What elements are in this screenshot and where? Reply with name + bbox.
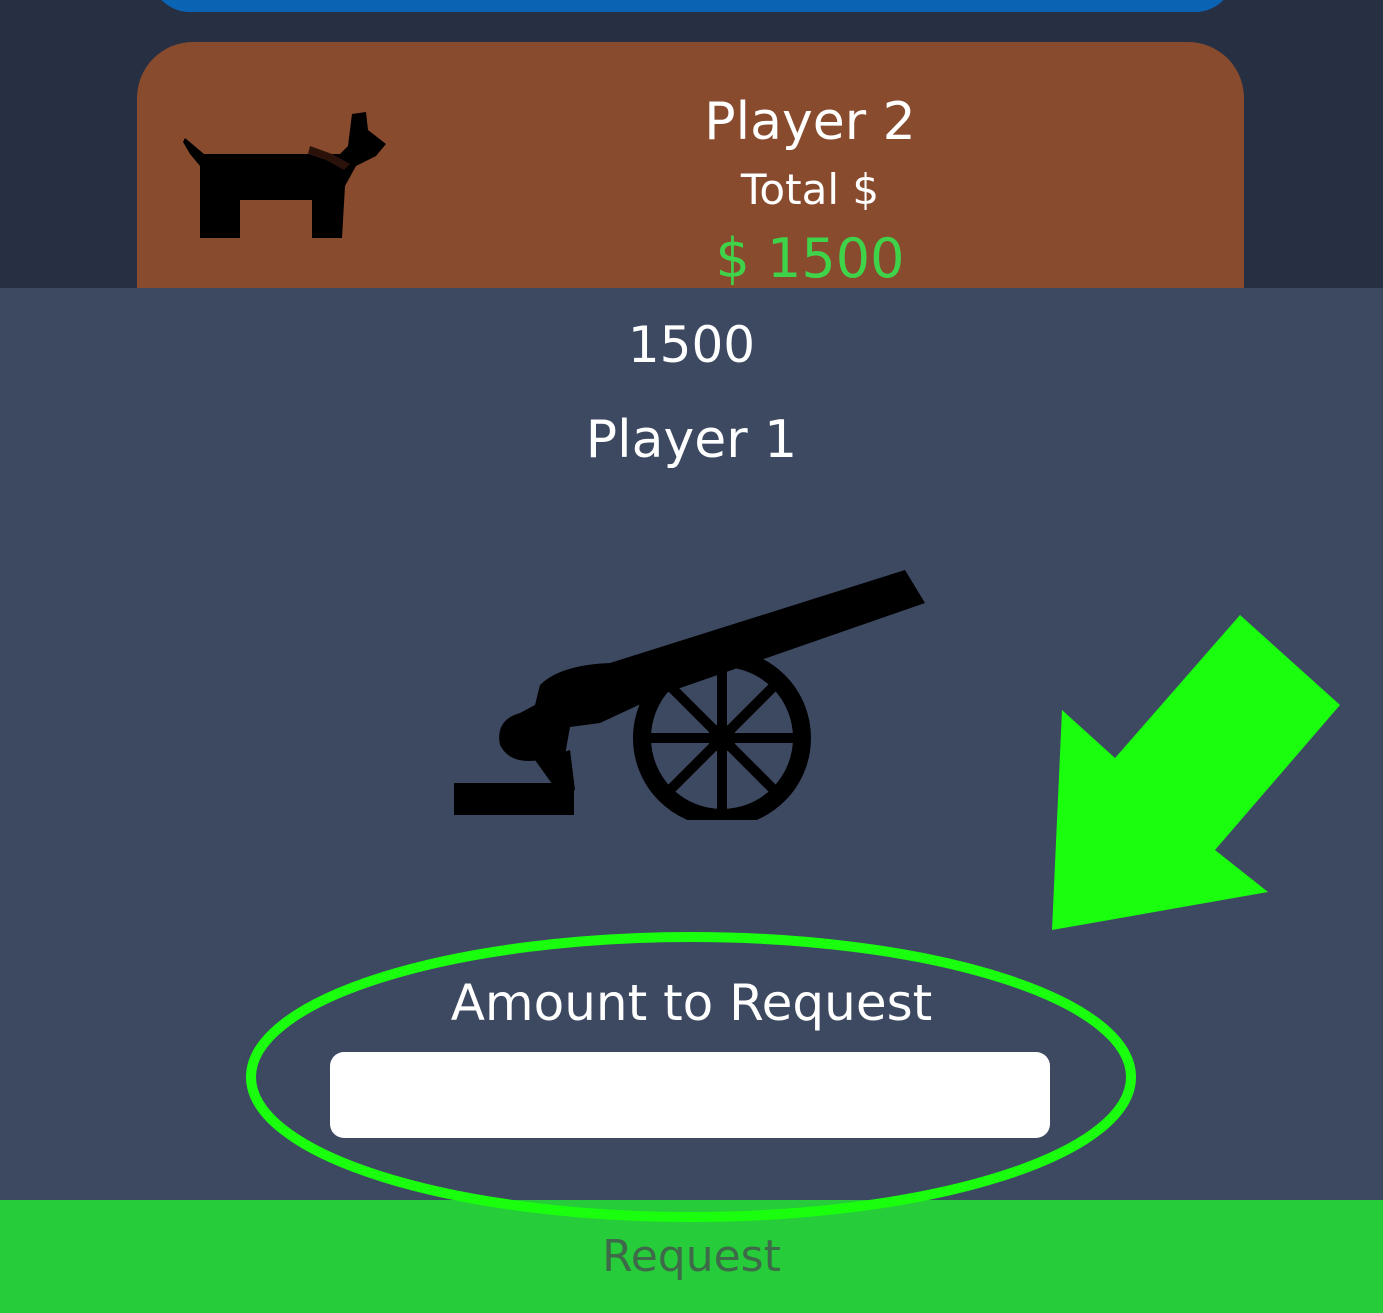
selected-player-name: Player 1 [585, 410, 798, 470]
dog-icon [183, 112, 386, 238]
selected-player-amount: 1500 [627, 316, 756, 374]
amount-to-request-label: Amount to Request [450, 974, 933, 1032]
player-balance: $ 1500 [715, 227, 905, 290]
player-card-above[interactable] [150, 0, 1235, 12]
request-button[interactable]: Request [0, 1200, 1383, 1313]
total-label: Total $ [740, 165, 880, 214]
cannon-icon [454, 570, 925, 820]
player-name: Player 2 [704, 92, 916, 152]
amount-input[interactable] [330, 1052, 1050, 1138]
